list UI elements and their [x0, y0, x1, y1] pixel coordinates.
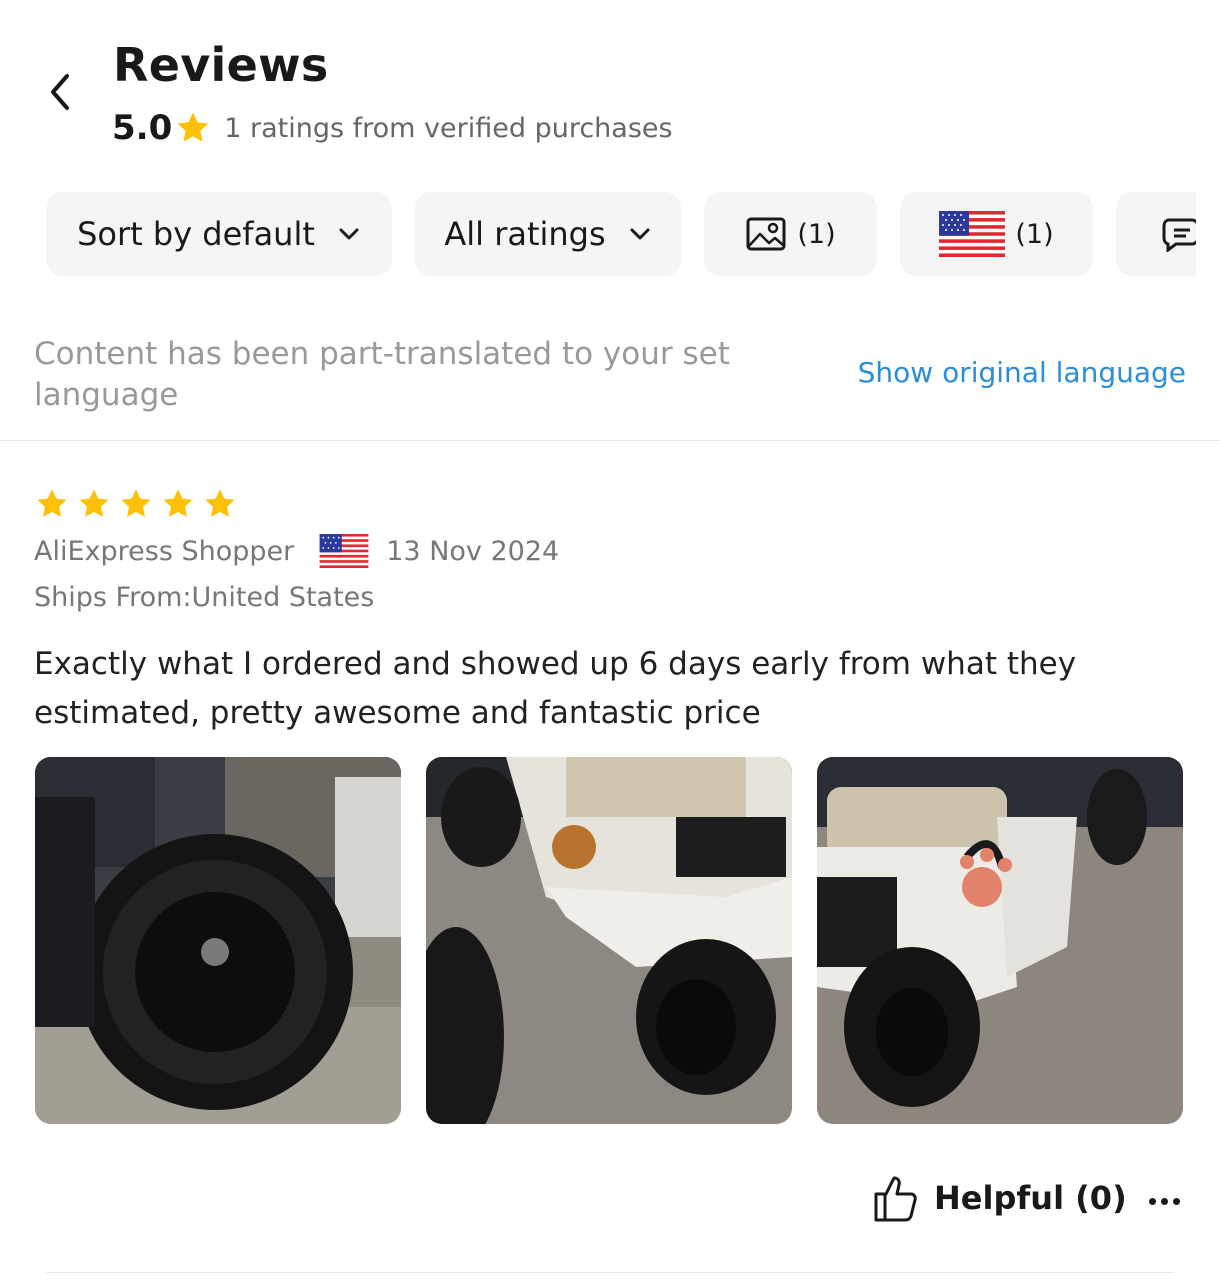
- sort-label: Sort by default: [77, 215, 315, 253]
- rating-summary: 5.0 1 ratings from verified purchases: [112, 106, 673, 150]
- image-icon: [746, 217, 786, 251]
- divider: [0, 440, 1220, 441]
- divider: [46, 1272, 1174, 1273]
- chevron-left-icon: [51, 74, 69, 110]
- review-photo-3[interactable]: [817, 757, 1183, 1124]
- helpful-label: Helpful (0): [934, 1179, 1127, 1217]
- show-original-language-link[interactable]: Show original language: [820, 356, 1186, 389]
- comment-icon: [1162, 218, 1196, 252]
- country-filter[interactable]: (1): [900, 192, 1093, 276]
- chevron-down-icon: [630, 228, 650, 240]
- helpful-button[interactable]: Helpful (0): [870, 1170, 1127, 1226]
- thumbs-up-icon: [874, 1176, 917, 1222]
- us-flag-icon: [939, 211, 1006, 257]
- more-options-button[interactable]: [1140, 1186, 1188, 1216]
- chevron-down-icon: [339, 228, 359, 240]
- star-icon: [79, 489, 109, 517]
- review-photo-1[interactable]: [35, 757, 401, 1124]
- rating-count-text: 1 ratings from verified purchases: [224, 112, 673, 144]
- us-flag-icon: [319, 534, 369, 568]
- star-icon: [205, 489, 235, 517]
- dot: [1148, 1197, 1156, 1205]
- photos-filter[interactable]: (1): [704, 192, 877, 276]
- ships-from: Ships From:United States: [34, 582, 375, 613]
- country-count: (1): [1015, 218, 1054, 250]
- ratings-dropdown[interactable]: All ratings: [415, 192, 681, 276]
- sort-dropdown[interactable]: Sort by default: [46, 192, 392, 276]
- review-date: 13 Nov 2024: [386, 535, 560, 567]
- ratings-label: All ratings: [444, 215, 606, 253]
- reviewer-name: AliExpress Shopper: [34, 535, 295, 567]
- dot: [1172, 1197, 1180, 1205]
- review-body: Exactly what I ordered and showed up 6 d…: [34, 646, 1077, 731]
- rating-value: 5.0: [112, 108, 173, 148]
- star-icon: [163, 489, 193, 517]
- comments-filter[interactable]: [1116, 192, 1196, 276]
- star-icon: [121, 489, 151, 517]
- reviewer-info: AliExpress Shopper 13 Nov 2024: [34, 531, 559, 571]
- photos-count: (1): [797, 218, 836, 250]
- dot: [1160, 1197, 1168, 1205]
- star-icon: [174, 109, 212, 147]
- page-title: Reviews: [113, 38, 329, 92]
- back-button[interactable]: [30, 62, 90, 122]
- filter-bar: Sort by default All ratings (1) (1): [0, 192, 1196, 276]
- star-icon: [37, 489, 67, 517]
- review-star-rating: [34, 486, 238, 522]
- translation-notice: Content has been part-translated to your…: [34, 336, 730, 413]
- review-photo-2[interactable]: [426, 757, 792, 1124]
